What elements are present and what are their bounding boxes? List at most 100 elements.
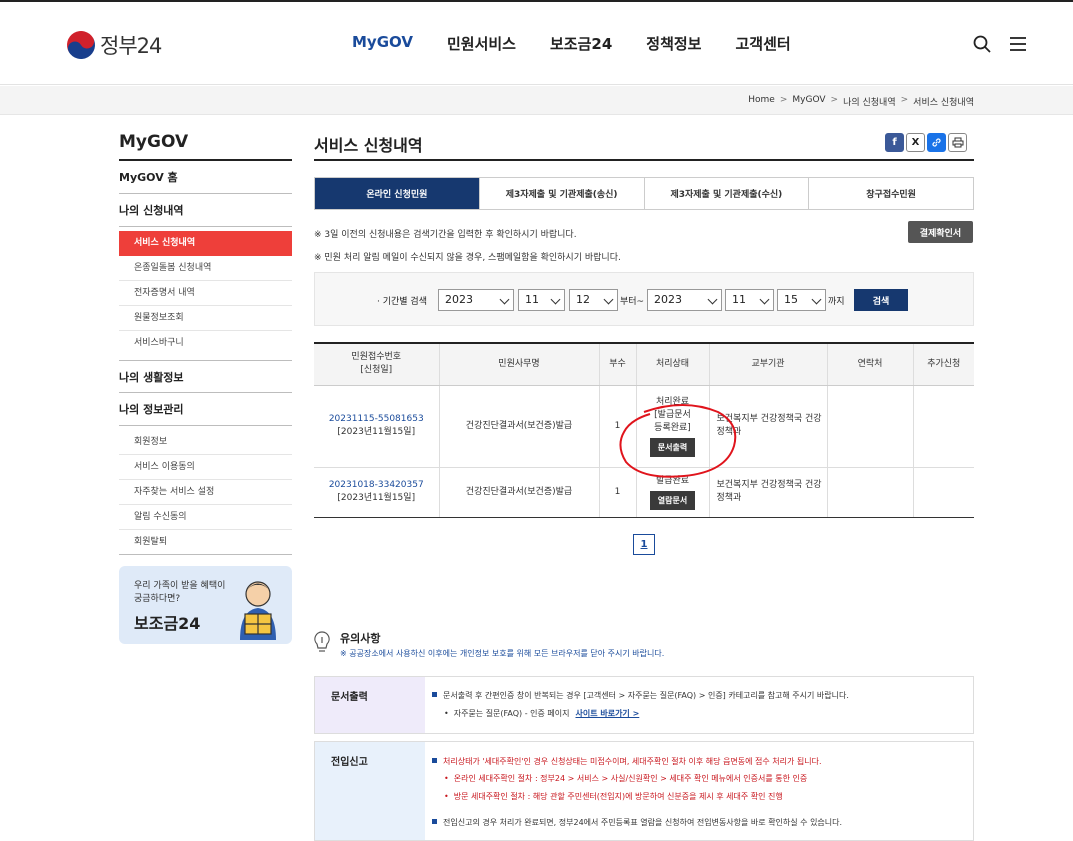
col-service-name: 민원사무명 [438,342,599,386]
person-with-gift-icon [240,581,276,640]
sidebar-item-care-history[interactable]: 온종일돌봄 신청내역 [119,256,292,281]
breadcrumb-history[interactable]: 나의 신청내역 [843,95,896,108]
breadcrumb-bar: Home > MyGOV > 나의 신청내역 > 서비스 신청내역 [0,86,1073,115]
to-suffix: 까지 [828,297,845,307]
breadcrumb-mygov[interactable]: MyGOV [792,95,825,108]
sidebar-item-service-basket[interactable]: 서비스바구니 [119,331,292,356]
search-button[interactable]: 검색 [854,289,908,311]
caution-subtitle: ※ 공공장소에서 사용하신 이후에는 개인정보 보호를 위해 모든 브라우저를 … [340,649,665,658]
sidebar-title: MyGOV [119,132,292,161]
link-icon[interactable] [927,133,946,152]
col-status: 처리상태 [635,342,709,386]
sidebar-item-e-certificate[interactable]: 전자증명서 내역 [119,281,292,306]
info-box-move-in: 전입신고 처리상태가 '세대주확인'인 경우 신청상태는 미접수이며, 세대주확… [314,741,974,841]
info-head-print: 문서출력 [315,677,425,733]
info-line: • 자주묻는 질문(FAQ) - 인증 페이지 사이트 바로가기 > [444,709,640,718]
x-twitter-icon[interactable]: X [906,133,925,152]
service-name: 건강진단결과서(보건증)발급 [438,385,599,468]
tab-third-party-receive[interactable]: 제3자제출 및 기관제출(수신) [643,178,809,209]
banner-title: 보조금24 [134,614,201,633]
to-year-select[interactable]: 2023 [647,289,722,311]
nav-mygov[interactable]: MyGOV [352,33,413,54]
sidebar-item-service-history[interactable]: 서비스 신청내역 [119,231,292,256]
page-1-button[interactable]: 1 [633,534,655,555]
global-nav: MyGOV 민원서비스 보조금24 정책정보 고객센터 [352,33,825,54]
breadcrumb: Home > MyGOV > 나의 신청내역 > 서비스 신청내역 [748,95,974,108]
col-receipt-no: 민원접수번호 [신청일] [314,342,439,386]
col-extra: 추가신청 [912,342,974,386]
notice-search-period: ※ 3일 이전의 신청내용은 검색기간을 입력한 후 확인하시기 바랍니다. [314,230,577,240]
site-header: 정부24 MyGOV 민원서비스 보조금24 정책정보 고객센터 [0,2,1073,85]
sidebar-item-member-info[interactable]: 회원정보 [119,430,292,455]
sidebar-item-favorite-settings[interactable]: 자주찾는 서비스 설정 [119,480,292,505]
site-logo[interactable]: 정부24 [61,25,162,65]
tab-online-application[interactable]: 온라인 신청민원 [315,178,479,209]
sidebar-item-withdraw[interactable]: 회원탈퇴 [119,530,292,555]
notice-spam-mail: ※ 민원 처리 알림 메일이 수신되지 않을 경우, 스팸메일함을 확인하시기 … [314,253,621,263]
from-month-select[interactable]: 11 [518,289,565,311]
info-line: • 방문 세대주확인 절차 : 해당 관할 주민센터(전입지)에 방문하여 신분증… [444,792,783,801]
breadcrumb-current: 서비스 신청내역 [913,98,974,108]
from-year-select[interactable]: 2023 [438,289,514,311]
page-title: 서비스 신청내역 [314,136,423,155]
application-date: [2023년11월15일] [337,493,416,503]
share-tools: f X [883,133,967,152]
receipt-number-link[interactable]: 20231018-33420357 [314,479,439,492]
banner-text: 우리 가족이 받을 혜택이 궁금하다면? [134,581,226,604]
sidebar-item-alert-consent[interactable]: 알림 수신동의 [119,505,292,530]
sidebar-group-life-info[interactable]: 나의 생활정보 [119,360,292,393]
subsidy24-banner[interactable]: 우리 가족이 받을 혜택이 궁금하다면? 보조금24 [119,566,292,644]
col-copies: 부수 [598,342,636,386]
faq-site-link[interactable]: 사이트 바로가기 > [575,709,639,718]
sidebar-group-history[interactable]: 나의 신청내역 [119,194,292,227]
nav-subsidy24[interactable]: 보조금24 [550,33,612,54]
info-line: 문서출력 후 간편인증 창이 반복되는 경우 [고객센터 > 자주묻는 질문(F… [432,690,849,701]
logo-text: 정부24 [100,34,162,58]
taegeuk-logo-icon [61,25,101,65]
from-suffix: 부터~ [620,297,645,307]
from-day-select[interactable]: 12 [569,289,618,311]
info-head-move-in: 전입신고 [315,742,425,840]
view-document-button[interactable]: 열람문서 [649,490,696,510]
sidebar-item-info-lookup[interactable]: 원물정보조회 [119,306,292,331]
title-divider [314,159,974,161]
sidebar-item-mygov-home[interactable]: MyGOV 홈 [119,161,292,194]
sidebar-submenu-history: 서비스 신청내역 온종일돌봄 신청내역 전자증명서 내역 원물정보조회 서비스바… [119,227,292,360]
extra-request [912,385,974,468]
service-name: 건강진단결과서(보건증)발급 [438,467,599,518]
info-box-print: 문서출력 문서출력 후 간편인증 창이 반복되는 경우 [고객센터 > 자주묻는… [314,676,974,734]
sidebar: MyGOV MyGOV 홈 나의 신청내역 서비스 신청내역 온종일돌봄 신청내… [119,132,292,559]
sidebar-submenu-info-manage: 회원정보 서비스 이용동의 자주찾는 서비스 설정 알림 수신동의 회원탈퇴 [119,426,292,559]
caution-title: 유의사항 [340,632,381,645]
table-header-row: 민원접수번호 [신청일] 민원사무명 부수 처리상태 교부기관 연락처 추가신청 [314,342,974,386]
payment-confirm-button[interactable]: 결제확인서 [908,221,973,243]
to-day-select[interactable]: 15 [777,289,826,311]
receipt-number-link[interactable]: 20231115-55081653 [314,413,439,426]
facebook-icon[interactable]: f [885,133,904,152]
application-tabs: 온라인 신청민원 제3자제출 및 기관제출(송신) 제3자제출 및 기관제출(수… [314,177,974,210]
red-annotation-circle [619,404,737,478]
search-icon[interactable] [972,34,992,54]
sidebar-item-service-consent[interactable]: 서비스 이용동의 [119,455,292,480]
to-month-select[interactable]: 11 [725,289,774,311]
nav-policy-info[interactable]: 정책정보 [646,33,701,54]
menu-icon[interactable] [1008,34,1028,54]
info-line: 처리상태가 '세대주확인'인 경우 신청상태는 미접수이며, 세대주확인 절차 … [432,756,822,767]
extra-request [912,467,974,518]
info-line: • 온라인 세대주확인 절차 : 정부24 > 서비스 > 사실/신원확인 > 세… [444,774,808,783]
col-agency: 교부기관 [708,342,827,386]
tab-third-party-send[interactable]: 제3자제출 및 기관제출(송신) [478,178,644,209]
period-search-box: · 기간별 검색 2023 11 12 부터~ 2023 11 15 까지 검색 [314,272,974,326]
tab-counter-application[interactable]: 창구접수민원 [808,178,973,209]
sidebar-group-info-manage[interactable]: 나의 정보관리 [119,393,292,426]
nav-customer-center[interactable]: 고객센터 [735,33,790,54]
contact [826,467,913,518]
breadcrumb-home[interactable]: Home [748,95,775,108]
nav-civil-service[interactable]: 민원서비스 [447,33,516,54]
lightbulb-icon [314,631,330,652]
col-contact: 연락처 [826,342,913,386]
print-icon[interactable] [948,133,967,152]
receipt-cell: 20231018-33420357 [2023년11월15일] [314,467,439,518]
application-date: [2023년11월15일] [337,427,416,437]
period-search-label: · 기간별 검색 [377,297,427,307]
